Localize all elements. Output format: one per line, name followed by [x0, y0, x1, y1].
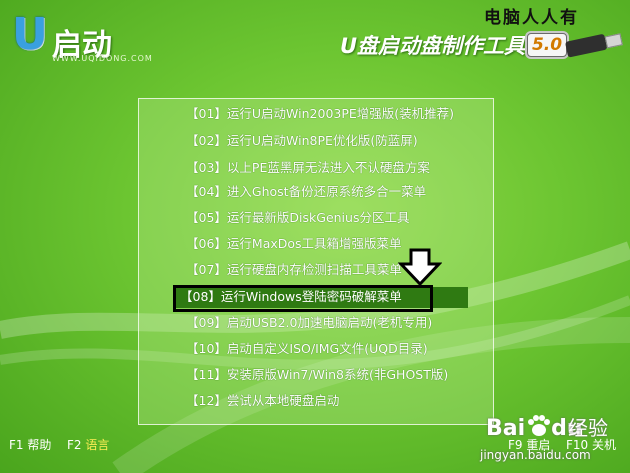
menu-item-07[interactable]: 【07】运行硬盘内存检测扫描工具菜单: [186, 259, 402, 281]
top-watermark: 电脑人人有: [484, 8, 579, 28]
baidu-paw-icon: [528, 415, 551, 436]
baidu-jingyan-watermark: Bai du 经验 jingyan.baidu.com: [478, 404, 628, 472]
selection-outline: [173, 285, 433, 312]
menu-item-04[interactable]: 【04】进入Ghost备份还原系统多合一菜单: [186, 181, 426, 203]
footer-language[interactable]: F2 语言: [67, 436, 109, 453]
baidu-brand-1: Bai: [486, 416, 526, 441]
footer-help[interactable]: F1 帮助: [9, 436, 51, 453]
f2-key: F2: [67, 438, 82, 452]
menu-item-06[interactable]: 【06】运行MaxDos工具箱增强版菜单: [186, 233, 402, 255]
baidu-jingyan-url: jingyan.baidu.com: [480, 448, 591, 462]
app-logo: U 启动 WWW.UQIDONG.COM: [12, 13, 152, 64]
product-title: U盘启动盘制作工具: [340, 34, 526, 58]
menu-item-12[interactable]: 【12】尝试从本地硬盘启动: [186, 390, 339, 412]
f2-label: 语言: [85, 438, 110, 452]
version-badge: 5.0: [527, 33, 567, 57]
down-arrow-icon: [398, 248, 442, 286]
menu-item-02[interactable]: 【02】运行U启动Win8PE优化版(防蓝屏): [186, 130, 418, 152]
menu-item-05[interactable]: 【05】运行最新版DiskGenius分区工具: [186, 207, 409, 229]
menu-item-10[interactable]: 【10】启动自定义ISO/IMG文件(UQD目录): [186, 338, 428, 360]
baidu-jingyan-label: 经验: [568, 416, 608, 440]
logo-url: WWW.UQIDONG.COM: [52, 54, 153, 63]
f1-key: F1: [9, 438, 24, 452]
menu-item-01[interactable]: 【01】运行U启动Win2003PE增强版(装机推荐): [186, 103, 454, 125]
menu-item-11[interactable]: 【11】安装原版Win7/Win8系统(非GHOST版): [186, 364, 448, 386]
menu-item-09[interactable]: 【09】启动USB2.0加速电脑启动(老机专用): [186, 312, 432, 334]
f1-label: 帮助: [27, 438, 52, 452]
menu-item-03[interactable]: 【03】以上PE蓝黑屏无法进入不认硬盘方案: [186, 157, 430, 179]
